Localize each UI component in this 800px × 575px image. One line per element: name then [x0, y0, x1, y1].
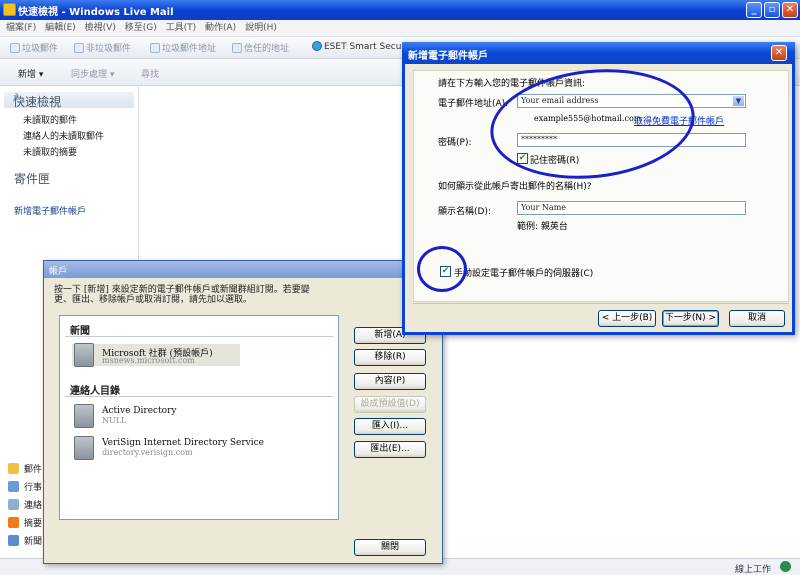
account-server: msnews.microsoft.com [102, 356, 195, 365]
new-button[interactable]: 新增 ▾ [18, 67, 43, 80]
menu-view[interactable]: 檢視(V) [85, 20, 116, 36]
eset-icon [312, 41, 322, 51]
trusted-address-button[interactable]: 信任的地址 [232, 41, 289, 54]
sync-button[interactable]: 同步處理 ▾ [71, 67, 114, 80]
group-directory: 連絡人目錄 [70, 386, 120, 397]
feeds-icon [8, 517, 19, 528]
trusted-address-label: 信任的地址 [244, 44, 290, 54]
calendar-icon [8, 481, 19, 492]
accounts-dialog-title: 帳戶 [44, 261, 442, 278]
display-name-question: 如何顯示從此帳戶寄出郵件的名稱(H)? [438, 182, 592, 192]
junk-icon [10, 43, 20, 53]
new-account-dialog-titlebar: 新增電子郵件帳戶 ✕ [402, 42, 795, 64]
next-button[interactable]: 下一步(N) > [662, 310, 719, 327]
display-name-example: 範例: 親英台 [517, 222, 568, 232]
menu-tools[interactable]: 工具(T) [166, 20, 197, 36]
mail-app-icon [3, 3, 16, 16]
menu-help[interactable]: 說明(H) [245, 20, 277, 36]
status-text: 線上工作 [735, 565, 772, 575]
window-title: 快速檢視 - Windows Live Mail [18, 7, 174, 18]
divider [65, 396, 333, 397]
news-server-icon [74, 343, 94, 367]
close-icon[interactable]: ✕ [782, 2, 798, 18]
display-name-label: 顯示名稱(D): [438, 207, 491, 217]
password-label: 密碼(P): [438, 138, 472, 148]
import-button[interactable]: 匯入(I)... [354, 418, 426, 435]
menu-file[interactable]: 檔案(F) [6, 20, 36, 36]
display-name-value: Your Name [521, 203, 567, 212]
not-junk-button[interactable]: 非垃圾郵件 [74, 41, 131, 54]
mail-icon [8, 463, 19, 474]
nav-calendar-label: 行事 [24, 483, 43, 493]
sidebar-item-unread-contacts[interactable]: 連絡人的未讀取郵件 [23, 129, 104, 142]
menu-edit[interactable]: 編輯(E) [45, 20, 76, 36]
junk-label: 垃圾郵件 [22, 44, 59, 54]
not-junk-icon [74, 43, 84, 53]
export-button[interactable]: 匯出(E)... [354, 441, 426, 458]
nav-contacts-label: 連絡 [24, 501, 43, 511]
sidebar-item-unread-feeds[interactable]: 未讀取的摘要 [23, 145, 77, 158]
annotation-circle [417, 246, 467, 292]
new-label: 新增 [18, 70, 37, 80]
online-icon [780, 561, 791, 572]
remove-account-button[interactable]: 移除(R) [354, 349, 426, 366]
directory-server-icon [74, 404, 94, 428]
manual-config-label: 手動設定電子郵件帳戶的伺服器(C) [454, 269, 594, 279]
junk-address-button[interactable]: 垃圾郵件地址 [150, 41, 216, 54]
nav-newsgroups-label: 新聞 [24, 537, 43, 547]
sidebar-item-outbox[interactable]: 寄件匣 [14, 170, 50, 187]
newsgroups-icon [8, 535, 19, 546]
title-bar: 快速檢視 - Windows Live Mail _ ▫ ✕ [0, 0, 800, 20]
minimize-button[interactable]: _ [746, 2, 762, 18]
menu-actions[interactable]: 動作(A) [205, 20, 236, 36]
menu-bar: 檔案(F) 編輯(E) 檢視(V) 移至(G) 工具(T) 動作(A) 說明(H… [0, 20, 800, 37]
wrench-icon[interactable]: 🔧 [13, 94, 128, 104]
accounts-list[interactable]: 新聞 Microsoft 社群 (預設帳戶) msnews.microsoft.… [59, 315, 339, 520]
accounts-dialog: 帳戶 按一下 [新增] 來設定新的電子郵件帳戶或新聞群組訂閱。若要變更、匯出、移… [43, 260, 443, 564]
trusted-address-icon [232, 43, 242, 53]
back-button[interactable]: < 上一步(B) [598, 310, 656, 327]
eset-button[interactable]: ESET Smart Security [312, 41, 417, 52]
menu-go[interactable]: 移至(G) [125, 20, 157, 36]
find-button[interactable]: 尋找 [141, 67, 159, 80]
set-default-button[interactable]: 設成預設值(D) [354, 396, 426, 413]
nav-feeds-label: 摘要 [24, 519, 43, 529]
contacts-icon [8, 499, 19, 510]
add-email-account-link[interactable]: 新增電子郵件帳戶 [14, 204, 86, 217]
group-news: 新聞 [70, 326, 90, 337]
restore-button[interactable]: ▫ [764, 2, 780, 18]
properties-button[interactable]: 內容(P) [354, 373, 426, 390]
junk-button[interactable]: 垃圾郵件 [10, 41, 58, 54]
quick-views-header[interactable]: 快速檢視 🔧 [4, 92, 134, 109]
account-server: NULL [102, 416, 127, 425]
accounts-description: 按一下 [新增] 來設定新的電子郵件帳戶或新聞群組訂閱。若要變更、匯出、移除帳戶… [54, 285, 310, 305]
sync-label: 同步處理 [71, 70, 108, 80]
display-name-field[interactable]: Your Name [517, 201, 746, 215]
cancel-button[interactable]: 取消 [729, 310, 785, 327]
account-name[interactable]: Active Directory [102, 406, 177, 416]
close-button[interactable]: 關閉 [354, 539, 426, 556]
account-name[interactable]: VeriSign Internet Directory Service [102, 438, 264, 448]
sidebar-item-unread-mail[interactable]: 未讀取的郵件 [23, 113, 77, 126]
junk-address-label: 垃圾郵件地址 [162, 44, 217, 54]
nav-mail-label: 郵件 [24, 465, 43, 475]
not-junk-label: 非垃圾郵件 [86, 44, 132, 54]
close-icon[interactable]: ✕ [771, 45, 787, 61]
account-server: directory.verisign.com [102, 448, 193, 457]
divider [413, 303, 789, 304]
email-label: 電子郵件地址(A): [438, 99, 509, 109]
divider [65, 336, 333, 337]
directory-server-icon [74, 436, 94, 460]
new-account-dialog-title: 新增電子郵件帳戶 [408, 51, 488, 62]
junk-address-icon [150, 43, 160, 53]
chevron-down-icon[interactable]: ▼ [733, 96, 744, 106]
